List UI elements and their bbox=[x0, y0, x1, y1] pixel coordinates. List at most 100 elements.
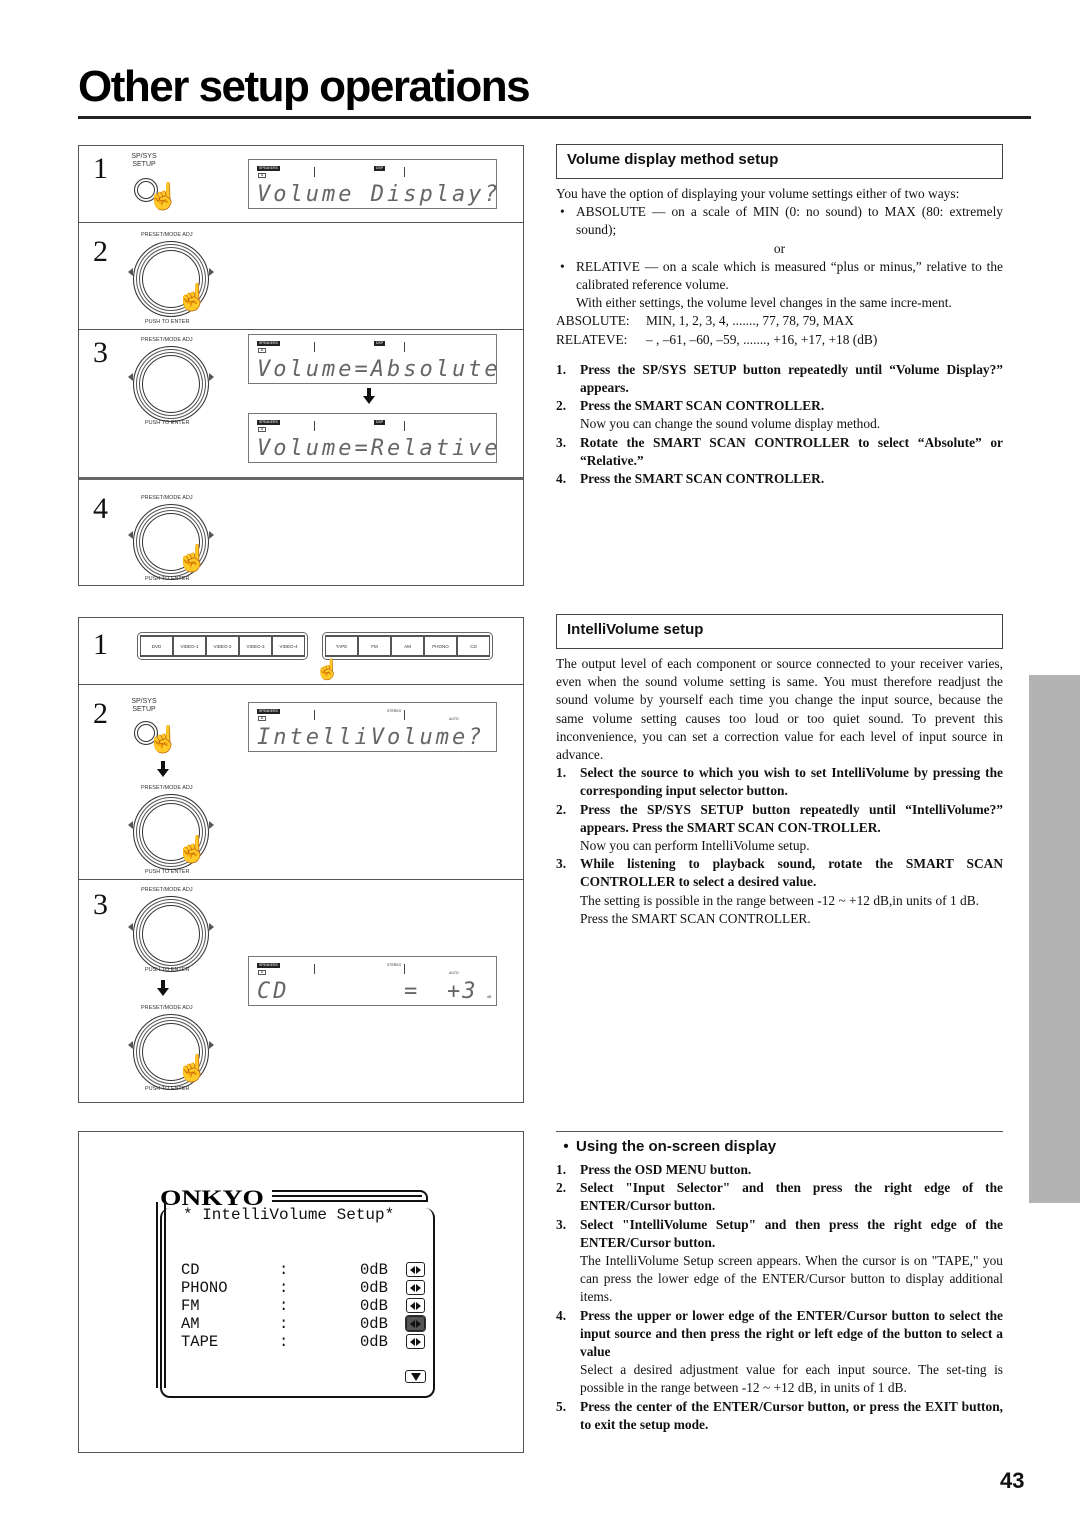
speaker-a-indicator: A bbox=[258, 716, 266, 721]
osd-row[interactable]: FM : 0dB bbox=[180, 1297, 430, 1315]
bullet-relative: RELATIVE — on a scale which is measured … bbox=[556, 258, 1003, 294]
knob-bottom-label: PUSH TO ENTER bbox=[145, 420, 190, 426]
step-number: 4 bbox=[93, 492, 108, 525]
osd-source: AM bbox=[181, 1315, 200, 1333]
lcd-divider bbox=[404, 710, 405, 720]
scale-key: ABSOLUTE: bbox=[556, 313, 630, 329]
smart-scan-knob[interactable] bbox=[128, 346, 214, 422]
osd-value: 0dB bbox=[360, 1297, 388, 1315]
knob-top-label: PRESET/MODE ADJ bbox=[141, 785, 193, 791]
left-right-arrows-icon[interactable] bbox=[405, 1315, 426, 1332]
lcd-divider bbox=[314, 167, 315, 177]
osd-row[interactable]: TAPE : 0dB bbox=[180, 1333, 430, 1351]
step-text: Press the upper or lower edge of the ENT… bbox=[580, 1307, 1003, 1360]
intellivolume-diagram: 1 DVD VIDEO-1 VIDEO-2 VIDEO-3 VIDEO-4 TA… bbox=[78, 617, 524, 1103]
step-item: 2. Press the SMART SCAN CONTROLLER. Now … bbox=[556, 397, 1003, 433]
osd-source: TAPE bbox=[181, 1333, 219, 1351]
osd-value: 0dB bbox=[360, 1333, 388, 1351]
lcd-db-unit: dB bbox=[487, 995, 492, 999]
diagram-step-2: 2 PRESET/MODE ADJ ☝ PUSH TO ENTER bbox=[79, 223, 523, 330]
step-num: 2. bbox=[556, 398, 567, 414]
speaker-a-indicator: A bbox=[258, 970, 266, 975]
smart-scan-knob[interactable] bbox=[128, 896, 214, 972]
step-text: Press the center of the ENTER/Cursor but… bbox=[580, 1398, 1003, 1432]
input-selector-button[interactable]: VIDEO-2 bbox=[206, 635, 239, 657]
lcd-readout: Volume=Absolute bbox=[257, 357, 501, 382]
lcd-source-readout: CD bbox=[257, 979, 290, 1004]
step-note: Now you can perform IntelliVolume setup. bbox=[580, 838, 810, 854]
input-selector-button[interactable]: VIDEO-1 bbox=[173, 635, 206, 657]
step-item: 4. Press the SMART SCAN CONTROLLER. bbox=[556, 470, 1003, 488]
left-right-arrows-icon[interactable] bbox=[406, 1334, 425, 1349]
lcd-display: SPEAKERS A STEREO AUTO IntelliVolume? bbox=[248, 702, 497, 752]
pointing-hand-icon: ☝ bbox=[315, 659, 340, 681]
osd-row[interactable]: CD : 0dB bbox=[180, 1261, 430, 1279]
auto-indicator: AUTO bbox=[449, 717, 459, 721]
osd-row-selected[interactable]: AM : 0dB bbox=[180, 1315, 430, 1333]
section-heading-intellivolume: IntelliVolume setup bbox=[556, 614, 1003, 649]
input-selector-button[interactable]: AM bbox=[391, 635, 424, 657]
pointing-hand-icon: ☝ bbox=[176, 544, 209, 573]
bullet-absolute: ABSOLUTE — on a scale of MIN (0: no soun… bbox=[556, 203, 1003, 239]
input-selector-button[interactable]: DVD bbox=[140, 635, 173, 657]
knob-bottom-label: PUSH TO ENTER bbox=[145, 967, 190, 973]
step-item: 2. Select "Input Selector" and then pres… bbox=[556, 1179, 1003, 1215]
step-num: 1. bbox=[556, 1162, 567, 1177]
knob-bottom-label: PUSH TO ENTER bbox=[145, 1086, 190, 1092]
lcd-divider bbox=[404, 421, 405, 431]
input-selector-button[interactable]: FM bbox=[358, 635, 391, 657]
scale-key: RELATEVE: bbox=[556, 331, 628, 347]
input-selector-button[interactable]: PHONO bbox=[424, 635, 457, 657]
step-item: 1. Press the OSD MENU button. bbox=[556, 1161, 1003, 1179]
osd-separator: : bbox=[279, 1315, 289, 1333]
speakers-indicator: SPEAKERS bbox=[257, 963, 280, 968]
step-num: 1. bbox=[556, 765, 567, 781]
lcd-readout: Volume=Relative bbox=[257, 436, 501, 461]
scroll-down-icon[interactable] bbox=[405, 1370, 426, 1383]
step-number: 2 bbox=[93, 697, 108, 730]
onkyo-logo-lines bbox=[272, 1190, 428, 1202]
sp-sys-setup-label: SP/SYS SETUP bbox=[131, 698, 157, 713]
knob-top-label: PRESET/MODE ADJ bbox=[141, 337, 193, 343]
osd-text: 1. Press the OSD MENU button. 2. Select … bbox=[556, 1161, 1003, 1434]
arrow-down-icon bbox=[363, 388, 375, 404]
dsp-indicator: DSP bbox=[374, 420, 386, 425]
diagram-step-1: 1 SP/SYS SETUP ☝ SPEAKERS A DSP Volume D… bbox=[79, 146, 523, 223]
bullet: • bbox=[563, 1138, 569, 1155]
step-text: Rotate the SMART SCAN CONTROLLER to sele… bbox=[580, 434, 1003, 468]
auto-indicator: AUTO bbox=[449, 971, 459, 975]
pointing-hand-icon: ☝ bbox=[147, 182, 180, 211]
left-right-arrows-icon[interactable] bbox=[406, 1280, 425, 1295]
diagram-step-3: 3 PRESET/MODE ADJ PUSH TO ENTER SPEAKERS… bbox=[79, 330, 523, 480]
input-selector-button[interactable]: CD bbox=[457, 635, 490, 657]
step-item: 3. While listening to playback sound, ro… bbox=[556, 855, 1003, 928]
osd-row[interactable]: PHONO : 0dB bbox=[180, 1279, 430, 1297]
step-item: 3. Rotate the SMART SCAN CONTROLLER to s… bbox=[556, 434, 1003, 470]
page-number: 43 bbox=[1000, 1468, 1025, 1493]
left-right-arrows-icon[interactable] bbox=[406, 1298, 425, 1313]
step-text: Press the SMART SCAN CONTROLLER. bbox=[580, 398, 825, 414]
lcd-display-absolute: SPEAKERS A DSP Volume=Absolute bbox=[248, 334, 498, 384]
lcd-equals: = bbox=[404, 979, 420, 1004]
step-number: 3 bbox=[93, 888, 108, 921]
stereo-indicator: STEREO bbox=[387, 709, 402, 713]
input-selector-button[interactable]: VIDEO-3 bbox=[239, 635, 272, 657]
chapter-side-tab bbox=[1029, 675, 1080, 1203]
step-num: 2. bbox=[556, 801, 567, 817]
speaker-a-indicator: A bbox=[258, 427, 266, 432]
pointing-hand-icon: ☝ bbox=[147, 725, 180, 754]
lcd-display-relative: SPEAKERS A DSP Volume=Relative bbox=[248, 413, 498, 463]
knob-bottom-label: PUSH TO ENTER bbox=[145, 869, 190, 875]
lcd-readout: Volume Display? bbox=[257, 182, 501, 207]
dsp-indicator: DSP bbox=[374, 341, 386, 346]
input-selector-button[interactable]: VIDEO-4 bbox=[272, 635, 305, 657]
knob-top-label: PRESET/MODE ADJ bbox=[141, 232, 193, 238]
step-num: 4. bbox=[556, 471, 567, 487]
lcd-display: SPEAKERS A DSP Volume Display? bbox=[248, 159, 498, 209]
speaker-a-indicator: A bbox=[258, 173, 266, 178]
knob-top-label: PRESET/MODE ADJ bbox=[141, 1005, 193, 1011]
left-right-arrows-icon[interactable] bbox=[406, 1262, 425, 1277]
knob-bottom-label: PUSH TO ENTER bbox=[145, 576, 190, 582]
input-selector-button[interactable]: TAPE bbox=[325, 635, 358, 657]
step-text: While listening to playback sound, rotat… bbox=[580, 856, 1003, 890]
